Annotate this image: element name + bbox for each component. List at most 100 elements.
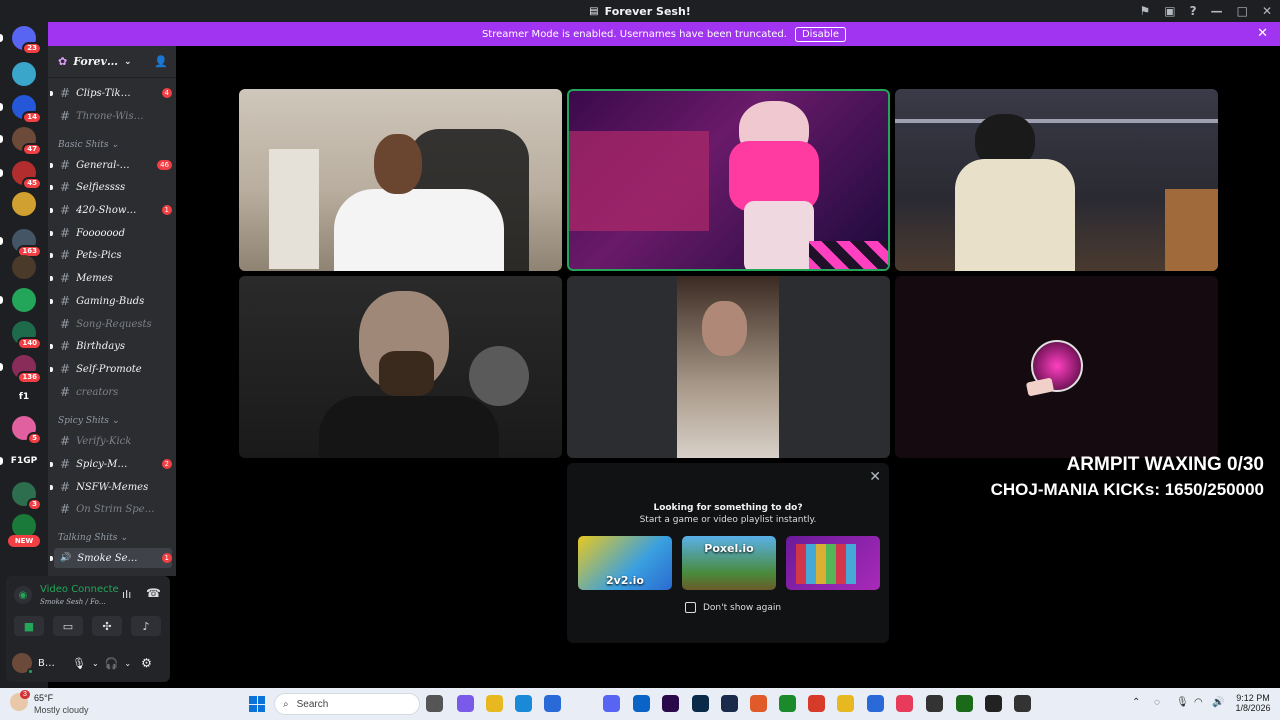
music-icon[interactable]: [896, 695, 913, 712]
channel-item[interactable]: # Self-Promote: [50, 359, 172, 379]
app-icon[interactable]: [867, 695, 884, 712]
voice-status[interactable]: Video Connecte: [40, 584, 119, 595]
noise-suppression-icon[interactable]: ıIı: [122, 588, 131, 601]
video-tile-3[interactable]: [895, 89, 1218, 271]
camera-button[interactable]: ■: [14, 616, 44, 636]
brave-icon[interactable]: [750, 695, 767, 712]
obs-icon[interactable]: [926, 695, 943, 712]
server-icon[interactable]: [12, 255, 36, 279]
volume-icon[interactable]: 🔊: [1212, 697, 1224, 708]
channel-item[interactable]: # Clips-Tik… 4: [50, 83, 172, 103]
video-tile-1[interactable]: [239, 89, 562, 271]
channel-item[interactable]: #420-Show… 1: [50, 200, 172, 220]
flag-icon[interactable]: ⚑: [1140, 4, 1151, 18]
server-icon[interactable]: [12, 62, 36, 86]
close-icon[interactable]: ✕: [869, 469, 881, 485]
channel-item[interactable]: # Gaming-Buds: [50, 291, 172, 311]
weather-icon[interactable]: 3: [10, 690, 30, 711]
help-icon[interactable]: ?: [1190, 4, 1197, 18]
channel-item[interactable]: # Fooooood: [50, 223, 172, 243]
close-banner-icon[interactable]: ✕: [1257, 26, 1268, 41]
microphone-icon[interactable]: 🎙: [72, 657, 86, 670]
server-header[interactable]: ✿ Forev… ⌄ 👤: [48, 46, 176, 78]
maximize-button[interactable]: □: [1237, 4, 1248, 18]
start-button[interactable]: [249, 696, 265, 712]
outlook-icon[interactable]: [633, 695, 650, 712]
steam-icon[interactable]: [721, 695, 738, 712]
disable-streamer-mode-button[interactable]: Disable: [794, 26, 847, 42]
inbox-icon[interactable]: ▣: [1164, 4, 1175, 18]
lightroom-icon[interactable]: [692, 695, 709, 712]
username[interactable]: B…: [38, 658, 66, 669]
server-icon[interactable]: F1GP: [11, 449, 37, 473]
minimize-button[interactable]: —: [1211, 4, 1223, 18]
server-icon[interactable]: 140: [12, 321, 42, 350]
category-talking[interactable]: Talking Shits ⌄: [58, 533, 128, 543]
rockstar-icon[interactable]: [837, 695, 854, 712]
server-icon[interactable]: 163: [12, 229, 42, 258]
chrome-icon[interactable]: [808, 695, 825, 712]
server-icon[interactable]: f1: [12, 385, 36, 409]
discord-taskbar-icon[interactable]: [603, 695, 620, 712]
screen-share-button[interactable]: ▭: [53, 616, 83, 636]
avatar[interactable]: [12, 653, 34, 675]
channel-item[interactable]: # creators: [54, 382, 172, 402]
channel-item[interactable]: # Song-Requests: [54, 314, 172, 334]
wifi-icon[interactable]: ◠: [1194, 697, 1203, 708]
mic-options-chevron-icon[interactable]: ⌄: [92, 659, 99, 668]
tray-chevron-up-icon[interactable]: ⌃: [1132, 697, 1140, 708]
close-window-button[interactable]: ✕: [1262, 4, 1272, 18]
server-icon[interactable]: [12, 288, 36, 312]
app-icon[interactable]: [1014, 695, 1031, 712]
file-explorer-icon[interactable]: [486, 695, 503, 712]
app-icon[interactable]: [956, 695, 973, 712]
network-icon[interactable]: ◌: [1154, 697, 1160, 708]
server-icon[interactable]: 45: [12, 161, 42, 190]
server-icon[interactable]: 5: [12, 416, 42, 445]
server-icon[interactable]: 47: [12, 127, 42, 156]
soundboard-button[interactable]: ♪: [131, 616, 161, 636]
video-tile-2[interactable]: [567, 89, 890, 271]
audio-options-chevron-icon[interactable]: ⌄: [124, 659, 131, 668]
clock[interactable]: 9:12 PM 1/8/2026: [1232, 693, 1274, 713]
server-icon[interactable]: 136: [12, 355, 42, 384]
headphones-icon[interactable]: 🎧: [105, 657, 119, 670]
game-card-2v2[interactable]: 2v2.io: [578, 536, 672, 590]
disconnect-icon[interactable]: ☎: [146, 586, 161, 600]
category-basic[interactable]: Basic Shits ⌄: [58, 140, 119, 150]
channel-item[interactable]: # Spicy-M… 2: [50, 454, 172, 474]
edge-icon[interactable]: [515, 695, 532, 712]
video-tile-5[interactable]: [567, 276, 890, 458]
channel-item[interactable]: # Verify-Kick: [54, 431, 172, 451]
server-icon[interactable]: [12, 192, 36, 216]
task-view-icon[interactable]: [426, 695, 443, 712]
game-card-poxel[interactable]: Poxel.io: [682, 536, 776, 590]
xbox-icon[interactable]: [779, 695, 796, 712]
store-icon[interactable]: [544, 695, 561, 712]
video-tile-6[interactable]: [895, 276, 1218, 458]
channel-item[interactable]: # NSFW-Memes: [50, 477, 172, 497]
weather-temp[interactable]: 65°F: [34, 693, 53, 703]
channel-item[interactable]: # On Strim Spe…: [54, 499, 172, 519]
dont-show-again-checkbox[interactable]: Don't show again: [685, 602, 781, 613]
server-icon[interactable]: 23: [12, 26, 42, 55]
server-icon[interactable]: 14: [12, 95, 42, 124]
channel-item[interactable]: # Birthdays: [50, 336, 172, 356]
channel-item[interactable]: # Pets-Pics: [50, 245, 172, 265]
channel-item[interactable]: # Throne-Wis…: [54, 106, 172, 126]
video-tile-4[interactable]: [239, 276, 562, 458]
channel-item[interactable]: 🔊 Smoke Se… 1: [50, 548, 172, 568]
channel-item[interactable]: # General-… 46: [50, 155, 172, 175]
weather-desc[interactable]: Mostly cloudy: [34, 705, 89, 715]
invite-people-icon[interactable]: 👤: [154, 55, 168, 68]
category-spicy[interactable]: Spicy Shits ⌄: [58, 416, 119, 426]
checkbox-box[interactable]: [685, 602, 696, 613]
voice-location[interactable]: Smoke Sesh / Fo…: [40, 598, 106, 606]
settings-gear-icon[interactable]: ⚙: [141, 656, 152, 670]
server-icon[interactable]: 3: [12, 482, 42, 511]
channel-item[interactable]: # Memes: [50, 268, 172, 288]
channel-item[interactable]: # Selfiessss: [50, 177, 172, 197]
signal-icon[interactable]: ◉: [14, 586, 32, 604]
activities-button[interactable]: ✣: [92, 616, 122, 636]
taskbar-search[interactable]: ⌕ Search: [274, 693, 420, 715]
